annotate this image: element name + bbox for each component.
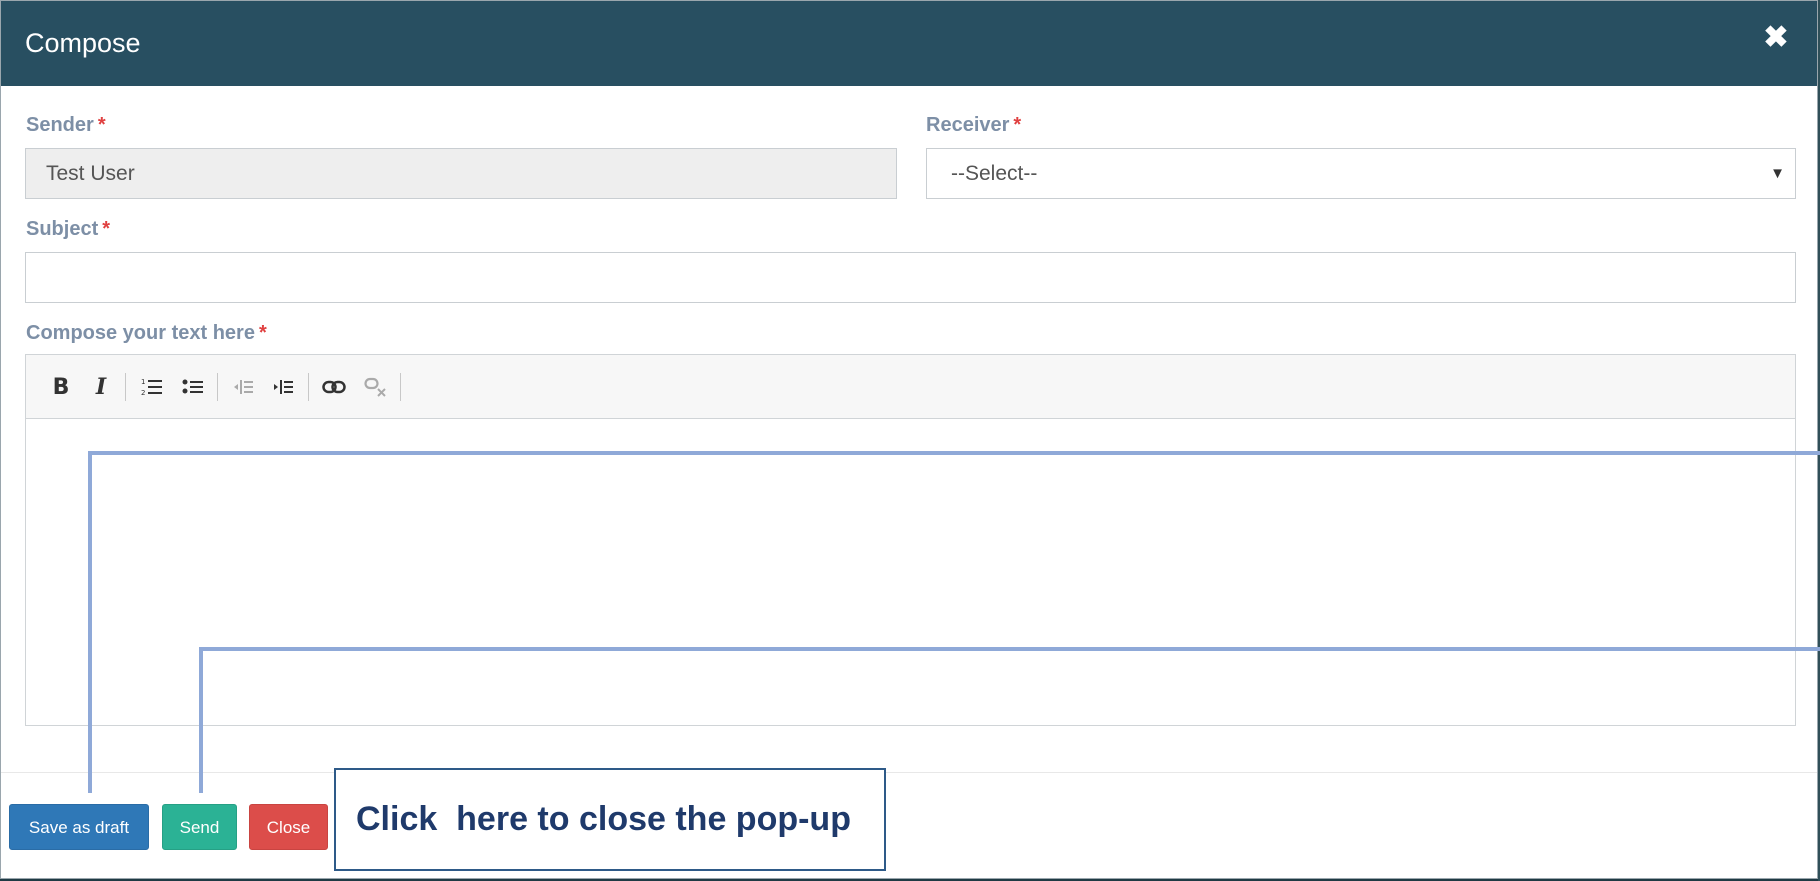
editor-body[interactable] [26,419,1795,725]
close-button[interactable]: Close [249,804,328,850]
receiver-label-text: Receiver [926,114,1010,136]
bold-icon[interactable]: B [47,373,75,401]
subject-input[interactable] [25,252,1796,303]
annotation-line [199,647,203,793]
compose-modal: Compose ✖ Sender * Test User Receiver * --… [0,0,1818,879]
required-mark: * [97,114,106,136]
toolbar-divider [400,373,401,401]
indent-icon[interactable] [269,373,297,401]
modal-header: Compose ✖ [1,1,1817,86]
annotation-line [199,647,1820,651]
footer-divider [1,772,1817,773]
bold-glyph: B [52,374,70,400]
subject-label: Subject * [26,217,110,241]
svg-text:2: 2 [141,389,145,397]
chevron-down-icon: ▼ [1770,165,1785,182]
subject-label-text: Subject [26,218,99,240]
required-mark: * [258,322,267,344]
editor-toolbar: B I 1 2 [26,355,1795,419]
required-mark: * [1013,114,1022,136]
send-button[interactable]: Send [162,804,237,850]
annotation-callout: Click here to close the pop-up [334,768,886,871]
sender-field[interactable]: Test User [25,148,897,199]
italic-icon[interactable]: I [87,373,115,401]
close-icon[interactable]: ✖ [1763,23,1789,53]
annotation-line [88,451,1820,455]
italic-glyph: I [95,374,107,400]
receiver-select[interactable]: --Select-- ▼ [926,148,1796,199]
annotation-line [88,451,92,793]
link-icon[interactable] [320,373,348,401]
unlink-icon[interactable] [362,373,390,401]
receiver-label: Receiver * [926,113,1021,137]
toolbar-divider [308,373,309,401]
unordered-list-icon[interactable] [179,373,207,401]
sender-value: Test User [46,162,135,185]
sender-label-text: Sender [26,114,94,136]
receiver-selected-value: --Select-- [951,162,1038,185]
svg-text:1: 1 [141,378,145,386]
required-mark: * [102,218,111,240]
sender-label: Sender * [26,113,106,137]
compose-label-text: Compose your text here [26,322,255,344]
outdent-icon[interactable] [229,373,257,401]
rich-text-editor: B I 1 2 [25,354,1796,726]
ordered-list-icon[interactable]: 1 2 [138,373,166,401]
save-as-draft-button[interactable]: Save as draft [9,804,149,850]
toolbar-divider [125,373,126,401]
compose-label: Compose your text here * [26,321,267,345]
callout-text: Click here to close the pop-up [356,800,851,838]
modal-title: Compose [25,28,141,58]
toolbar-divider [217,373,218,401]
